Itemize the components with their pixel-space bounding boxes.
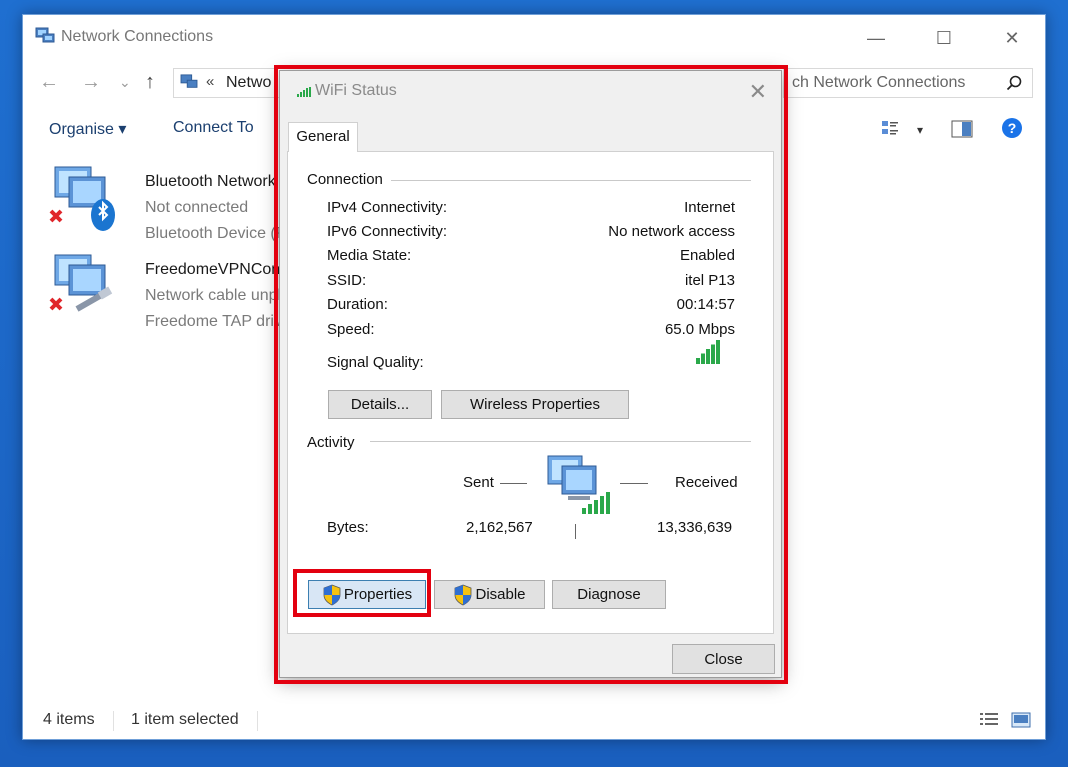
ipv6-label: IPv6 Connectivity: xyxy=(327,223,448,240)
connection-heading: Connection xyxy=(307,171,391,188)
help-icon[interactable]: ? xyxy=(1001,117,1023,139)
connection-status: Not connected xyxy=(145,199,249,216)
uac-shield-icon xyxy=(323,584,341,605)
details-view-icon[interactable] xyxy=(979,711,999,729)
activity-divider xyxy=(575,524,576,539)
wifi-status-dialog: WiFi Status ✕ General Connection IPv4 Co… xyxy=(279,70,782,678)
details-button-label: Details... xyxy=(350,396,410,413)
diagnose-label: Diagnose xyxy=(577,586,641,603)
ipv6-value: No network access xyxy=(608,223,735,240)
connection-device: Bluetooth Device (Pe xyxy=(145,225,296,242)
wifi-signal-icon xyxy=(297,87,311,97)
media-state-label: Media State: xyxy=(327,247,412,264)
close-window-button[interactable]: ✕ xyxy=(989,23,1035,53)
signal-bar xyxy=(716,340,720,364)
ssid-value: itel P13 xyxy=(684,272,735,289)
duration-value: 00:14:57 xyxy=(676,296,735,313)
signal-bar xyxy=(706,349,710,364)
uac-shield-icon xyxy=(455,584,472,605)
ssid-label: SSID: xyxy=(327,272,367,289)
breadcrumb[interactable]: Netwo xyxy=(226,74,271,92)
bytes-sent-value: 2,162,567 xyxy=(466,519,533,536)
minimize-button[interactable]: — xyxy=(853,23,899,53)
ipv4-value: Internet xyxy=(684,199,735,216)
close-label: Close xyxy=(704,650,743,668)
maximize-button[interactable]: ☐ xyxy=(921,23,967,53)
properties-button[interactable]: Properties xyxy=(308,580,426,609)
bytes-received-value: 13,336,639 xyxy=(657,519,733,536)
search-icon[interactable] xyxy=(1006,75,1022,91)
disable-label: Disable xyxy=(475,586,526,603)
signal-quality-label: Signal Quality: xyxy=(327,354,424,371)
disable-button[interactable]: Disable xyxy=(434,580,545,609)
organise-menu[interactable]: Organise ▾ xyxy=(49,119,126,139)
connection-name: FreedomeVPNConne xyxy=(145,261,298,278)
received-line xyxy=(620,483,648,484)
ipv4-label: IPv4 Connectivity: xyxy=(327,199,448,216)
address-bar[interactable]: « Netwo xyxy=(173,68,293,98)
item-count: 4 items xyxy=(43,711,95,728)
signal-bar xyxy=(701,353,705,364)
view-dropdown-button[interactable]: ▾ xyxy=(917,123,923,137)
bluetooth-network-icon xyxy=(49,166,115,231)
group-divider xyxy=(370,441,751,442)
tab-general[interactable]: General xyxy=(288,122,358,152)
window-title: Network Connections xyxy=(61,28,214,45)
preview-pane-icon[interactable] xyxy=(951,120,973,138)
up-button[interactable]: ↑ xyxy=(145,71,155,94)
sent-label: Sent xyxy=(463,474,494,491)
status-bar: 4 items 1 item selected xyxy=(23,703,1045,739)
speed-label: Speed: xyxy=(327,321,375,338)
status-separator xyxy=(113,711,114,731)
wireless-properties-button[interactable]: Wireless Properties xyxy=(441,390,629,419)
wireless-properties-label: Wireless Properties xyxy=(469,396,601,413)
general-panel: Connection IPv4 Connectivity: Internet I… xyxy=(287,151,774,634)
dialog-close-button[interactable]: ✕ xyxy=(749,79,767,105)
search-input[interactable]: ch Network Connections xyxy=(792,74,965,92)
breadcrumb-overflow[interactable]: « xyxy=(206,73,214,90)
status-separator xyxy=(257,711,258,731)
dialog-title: WiFi Status xyxy=(315,82,397,99)
connection-name: Bluetooth Network C xyxy=(145,173,292,190)
selection-count: 1 item selected xyxy=(131,711,239,728)
title-bar: Network Connections — ☐ ✕ xyxy=(23,15,1045,61)
back-button[interactable]: ← xyxy=(39,71,59,94)
received-label: Received xyxy=(675,474,738,491)
properties-label: Properties xyxy=(343,586,413,603)
forward-button[interactable]: → xyxy=(81,71,101,94)
ethernet-network-icon xyxy=(49,254,113,312)
network-connections-icon xyxy=(180,74,198,88)
list-item[interactable]: Bluetooth Network C Not connected Blueto… xyxy=(45,163,305,243)
close-button[interactable]: Close xyxy=(672,644,775,674)
group-divider xyxy=(388,180,751,181)
sent-line xyxy=(500,483,527,484)
connection-status: Network cable unplu xyxy=(145,287,290,304)
connect-to-button[interactable]: Connect To xyxy=(173,119,254,137)
duration-label: Duration: xyxy=(327,296,388,313)
search-box[interactable]: ch Network Connections xyxy=(783,68,1033,98)
network-connections-icon xyxy=(35,27,55,43)
change-view-icon[interactable] xyxy=(881,119,899,137)
svg-text:?: ? xyxy=(1008,120,1017,136)
connection-device: Freedome TAP drive xyxy=(145,313,291,330)
signal-bar xyxy=(696,358,700,364)
bytes-label: Bytes: xyxy=(327,519,369,536)
recent-locations-button[interactable]: ⌄ xyxy=(119,74,131,91)
activity-heading: Activity xyxy=(307,434,363,451)
diagnose-button[interactable]: Diagnose xyxy=(552,580,666,609)
signal-quality-icon xyxy=(696,340,720,364)
media-state-value: Enabled xyxy=(679,247,735,264)
list-item[interactable]: FreedomeVPNConne Network cable unplu Fre… xyxy=(45,251,305,331)
speed-value: 65.0 Mbps xyxy=(664,321,735,338)
large-icons-view-icon[interactable] xyxy=(1011,711,1031,729)
details-button[interactable]: Details... xyxy=(328,390,432,419)
network-activity-icon xyxy=(547,455,610,514)
signal-bar xyxy=(711,344,715,364)
